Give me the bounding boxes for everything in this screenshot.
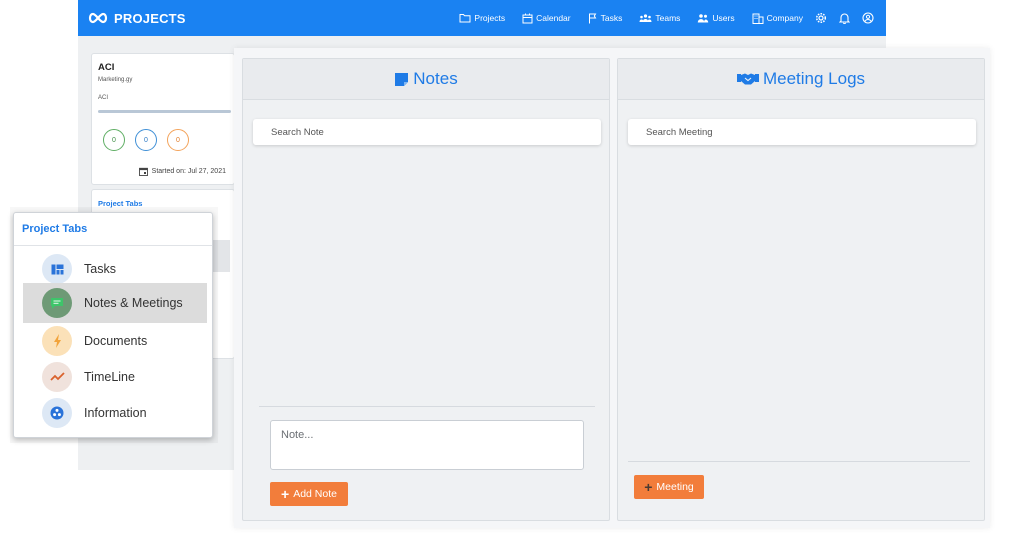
bolt-icon <box>53 334 61 348</box>
search-note-input[interactable] <box>253 119 601 145</box>
notifications-button[interactable] <box>839 12 850 24</box>
popup-title: Project Tabs <box>22 223 88 235</box>
search-meeting-input[interactable] <box>628 119 976 145</box>
settings-button[interactable] <box>815 12 827 24</box>
building-icon <box>752 13 764 24</box>
tab-documents-label: Documents <box>84 334 148 348</box>
tab-documents[interactable]: Documents <box>23 323 207 359</box>
notes-meetings-panel: Notes + Add Note Meeting Logs + Meeting <box>234 48 990 528</box>
tab-timeline-icon-bg <box>42 362 72 392</box>
trend-icon <box>49 372 65 381</box>
plus-icon: + <box>644 479 653 495</box>
count-blue: 0 <box>135 129 157 151</box>
popup-divider <box>14 245 212 246</box>
project-card[interactable]: ACI Marketing.gy ACI 0 0 0 Started on: J… <box>91 53 235 185</box>
calendar-icon <box>138 167 148 176</box>
main-nav: Projects Calendar Tasks Teams Users Comp… <box>442 12 874 24</box>
tab-tasks-label: Tasks <box>84 262 116 276</box>
plus-icon: + <box>281 486 290 502</box>
add-note-button[interactable]: + Add Note <box>270 482 348 506</box>
project-name: ACI <box>98 62 115 73</box>
tab-information[interactable]: Information <box>23 395 207 431</box>
brand-name: PROJECTS <box>114 10 186 26</box>
users-icon <box>698 14 709 23</box>
meeting-logs-header: Meeting Logs <box>618 59 984 100</box>
folder-icon <box>459 14 471 23</box>
project-progress-bar <box>98 110 231 113</box>
tab-information-icon-bg <box>42 398 72 428</box>
nav-company[interactable]: Company <box>752 13 803 24</box>
add-meeting-button[interactable]: + Meeting <box>634 475 704 499</box>
meeting-logs-panel: Meeting Logs + Meeting <box>617 58 985 521</box>
tab-tasks[interactable]: Tasks <box>23 251 207 287</box>
note-textarea[interactable] <box>270 420 584 470</box>
nav-users[interactable]: Users <box>697 13 735 23</box>
tab-timeline-label: TimeLine <box>84 370 135 384</box>
info-dots-icon <box>50 406 64 420</box>
nav-tasks-label: Tasks <box>600 13 623 23</box>
nav-calendar-label: Calendar <box>536 13 571 23</box>
tab-tasks-icon-bg <box>42 254 72 284</box>
tab-notes-meetings-icon-bg <box>42 288 72 318</box>
project-tabs-popup: Project Tabs Tasks Notes & Meetings Docu… <box>13 212 213 438</box>
meeting-logs-title: Meeting Logs <box>762 69 866 88</box>
nav-company-label: Company <box>766 13 803 23</box>
project-progress-fill <box>98 110 231 113</box>
account-icon <box>862 12 874 24</box>
notes-divider <box>259 406 595 407</box>
nav-projects[interactable]: Projects <box>459 13 505 23</box>
add-meeting-label: Meeting <box>656 481 694 493</box>
notes-panel: Notes + Add Note <box>242 58 610 521</box>
count-green: 0 <box>103 129 125 151</box>
handshake-icon <box>736 73 759 85</box>
note-icon <box>395 72 409 86</box>
account-button[interactable] <box>862 12 874 24</box>
nav-tasks[interactable]: Tasks <box>588 13 623 24</box>
top-navbar: PROJECTS Projects Calendar Tasks Teams U… <box>78 0 886 36</box>
nav-projects-label: Projects <box>474 13 506 23</box>
teams-icon <box>639 14 652 22</box>
brand-logo[interactable]: PROJECTS <box>87 11 186 26</box>
tab-information-label: Information <box>84 406 147 420</box>
tab-documents-icon-bg <box>42 326 72 356</box>
gear-icon <box>815 12 827 24</box>
calendar-icon <box>522 13 533 23</box>
meetings-divider <box>628 461 970 462</box>
tab-timeline[interactable]: TimeLine <box>23 359 207 395</box>
nav-teams-label: Teams <box>655 13 681 23</box>
infinity-logo-icon <box>88 12 108 24</box>
project-code: ACI <box>98 95 109 101</box>
notes-title: Notes <box>413 69 458 88</box>
add-note-label: Add Note <box>293 488 337 500</box>
started-on: Started on: Jul 27, 2021 <box>138 167 226 176</box>
chat-icon <box>51 297 63 309</box>
bell-icon <box>839 13 850 24</box>
nav-teams[interactable]: Teams <box>639 13 680 23</box>
notes-header: Notes <box>243 59 609 100</box>
tab-notes-meetings-label: Notes & Meetings <box>84 296 183 310</box>
board-icon <box>51 264 63 274</box>
nav-calendar[interactable]: Calendar <box>522 13 571 24</box>
count-orange: 0 <box>167 129 189 151</box>
started-on-text: Started on: Jul 27, 2021 <box>151 168 226 175</box>
tab-notes-meetings[interactable]: Notes & Meetings <box>23 283 207 323</box>
nav-users-label: Users <box>712 13 735 23</box>
flag-icon <box>588 13 597 23</box>
project-subtitle: Marketing.gy <box>98 77 133 83</box>
